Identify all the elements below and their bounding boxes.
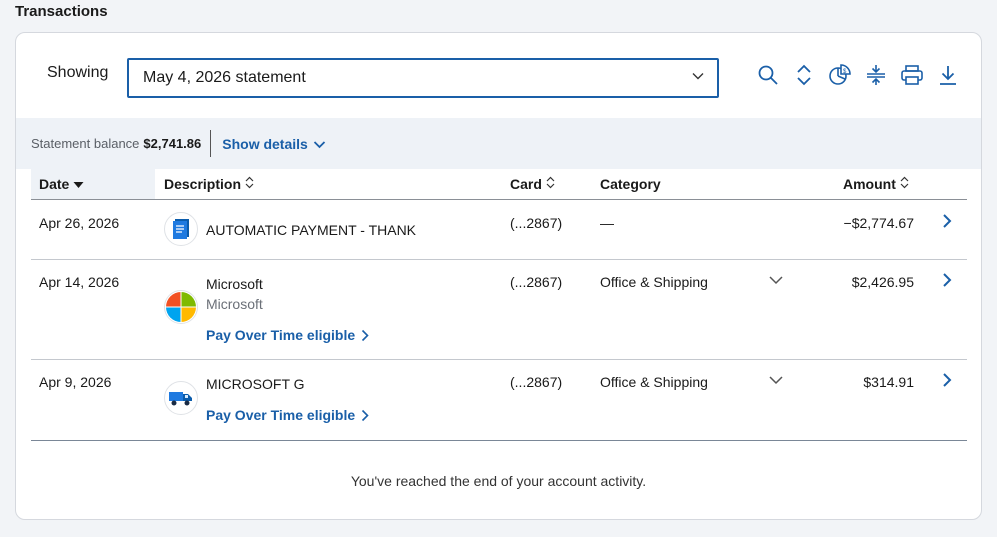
column-header-description-label: Description <box>164 176 242 192</box>
category-value: Office & Shipping <box>600 374 708 390</box>
table-row[interactable]: Apr 9, 2026 MICROSOFT G Pay Over Time el… <box>31 359 967 441</box>
column-header-category-label: Category <box>600 176 661 192</box>
section-title: Transactions <box>15 3 108 20</box>
delivery-truck-icon <box>164 381 198 415</box>
column-header-description[interactable]: Description <box>164 169 254 199</box>
download-icon[interactable] <box>936 63 960 87</box>
merchant-name: AUTOMATIC PAYMENT - THANK <box>206 222 417 238</box>
merchant-info: AUTOMATIC PAYMENT - THANK <box>206 222 416 238</box>
showing-label: Showing <box>47 64 109 81</box>
transactions-card: Showing May 4, 2026 statement $ Statemen… <box>15 32 982 520</box>
card-number: (...2867) <box>510 274 563 290</box>
merchant-name: Microsoft <box>206 276 263 292</box>
payment-document-icon <box>164 212 198 246</box>
search-icon[interactable] <box>756 63 780 87</box>
table-row[interactable]: Apr 26, 2026 AUTOMATIC PAYMENT - THANK (… <box>31 200 967 260</box>
column-header-card-label: Card <box>510 176 542 192</box>
statement-toolbar: Showing May 4, 2026 statement $ <box>16 33 981 118</box>
pay-over-time-label: Pay Over Time eligible <box>206 407 356 423</box>
sort-icon[interactable] <box>792 63 816 87</box>
collapse-icon[interactable] <box>864 63 888 87</box>
chevron-right-icon <box>362 329 369 341</box>
sort-icon <box>245 176 254 192</box>
chevron-down-icon[interactable] <box>768 273 784 289</box>
column-header-date[interactable]: Date <box>31 169 155 199</box>
show-details-label: Show details <box>222 135 308 152</box>
table-row[interactable]: Apr 14, 2026 Microsoft Microsoft Pay Ove… <box>31 259 967 360</box>
end-of-activity-note: You've reached the end of your account a… <box>350 473 647 489</box>
microsoft-logo-icon <box>164 290 198 324</box>
amount-value: $314.91 <box>863 374 914 390</box>
column-header-card[interactable]: Card <box>510 169 555 199</box>
statement-select[interactable]: May 4, 2026 statement <box>127 58 719 98</box>
amount-value: $2,426.95 <box>851 274 914 290</box>
category-value: — <box>600 215 614 231</box>
pay-over-time-label: Pay Over Time eligible <box>206 327 356 343</box>
transaction-date: Apr 14, 2026 <box>39 274 120 290</box>
transaction-date: Apr 9, 2026 <box>39 374 112 390</box>
column-header-category: Category <box>600 169 661 199</box>
statement-balance-bar: Statement balance $2,741.86 Show details <box>16 118 981 169</box>
amount-value: −$2,774.67 <box>843 215 914 231</box>
chevron-right-icon[interactable] <box>942 213 952 232</box>
card-number: (...2867) <box>510 374 563 390</box>
chevron-right-icon <box>362 409 369 421</box>
spending-chart-icon[interactable]: $ <box>828 63 852 87</box>
statement-select-value: May 4, 2026 statement <box>143 69 306 86</box>
card-number: (...2867) <box>510 215 563 231</box>
statement-balance-label: Statement balance <box>31 136 140 151</box>
merchant-subtitle: Microsoft <box>206 296 263 312</box>
transaction-date: Apr 26, 2026 <box>39 215 120 231</box>
statement-balance-value: $2,741.86 <box>143 136 202 151</box>
pay-over-time-link[interactable]: Pay Over Time eligible <box>206 325 369 345</box>
column-header-date-label: Date <box>39 176 70 192</box>
print-icon[interactable] <box>900 63 924 87</box>
toolbar-icons: $ <box>756 63 960 87</box>
pay-over-time-link[interactable]: Pay Over Time eligible <box>206 405 369 425</box>
merchant-info: Microsoft Microsoft Pay Over Time eligib… <box>206 274 369 345</box>
sort-icon <box>900 176 909 192</box>
table-header: Date Description Card Category Amount <box>31 169 967 200</box>
sort-icon <box>546 176 555 192</box>
chevron-right-icon[interactable] <box>942 272 952 291</box>
chevron-down-icon <box>691 69 705 88</box>
merchant-info: MICROSOFT G Pay Over Time eligible <box>206 374 369 425</box>
chevron-down-icon <box>313 136 326 152</box>
merchant-name: MICROSOFT G <box>206 376 305 392</box>
chevron-right-icon[interactable] <box>942 372 952 391</box>
column-header-amount[interactable]: Amount <box>843 169 909 199</box>
sort-descending-icon <box>73 176 84 192</box>
divider <box>210 130 212 157</box>
column-header-amount-label: Amount <box>843 176 896 192</box>
chevron-down-icon[interactable] <box>768 373 784 389</box>
category-value: Office & Shipping <box>600 274 708 290</box>
show-details-button[interactable]: Show details <box>222 136 326 152</box>
